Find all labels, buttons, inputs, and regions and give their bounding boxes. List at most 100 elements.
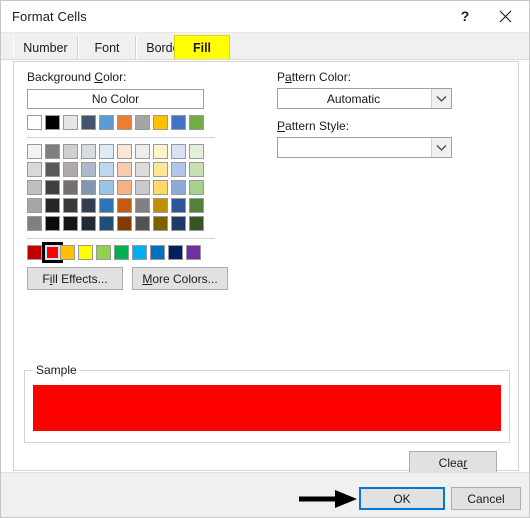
ok-button[interactable]: OK [359, 487, 445, 510]
color-swatch[interactable] [63, 144, 78, 159]
color-swatch[interactable] [189, 180, 204, 195]
color-swatch[interactable] [45, 198, 60, 213]
color-swatch[interactable] [117, 216, 132, 231]
pattern-color-combobox[interactable]: Automatic [277, 88, 452, 109]
format-cells-dialog: Format Cells ? Number Font Border Fill B… [0, 0, 530, 518]
color-swatch[interactable] [99, 162, 114, 177]
color-swatch[interactable] [27, 162, 42, 177]
color-swatch[interactable] [135, 162, 150, 177]
color-swatch[interactable] [171, 162, 186, 177]
color-swatch[interactable] [60, 245, 75, 260]
color-swatch[interactable] [81, 180, 96, 195]
color-swatch[interactable] [96, 245, 111, 260]
fill-tab-panel: Background Color: No Color Fi ll Effects.… [13, 61, 519, 474]
chevron-down-icon[interactable] [431, 138, 451, 157]
color-swatch[interactable] [27, 198, 42, 213]
color-swatch[interactable] [99, 144, 114, 159]
color-swatch[interactable] [27, 115, 42, 130]
color-swatch[interactable] [63, 216, 78, 231]
color-swatch[interactable] [45, 162, 60, 177]
pattern-style-label: Pattern Style: [277, 119, 350, 133]
color-swatch[interactable] [132, 245, 147, 260]
color-swatch[interactable] [117, 144, 132, 159]
palette-divider-bottom [27, 238, 215, 239]
color-swatch[interactable] [153, 198, 168, 213]
color-swatch[interactable] [153, 115, 168, 130]
color-swatch[interactable] [189, 216, 204, 231]
color-swatch[interactable] [45, 115, 60, 130]
pattern-color-value: Automatic [326, 91, 381, 106]
standard-color-row [27, 242, 222, 263]
sample-label: Sample [33, 363, 80, 377]
pattern-style-combobox[interactable] [277, 137, 452, 158]
tab-strip: Number Font Border Fill [1, 33, 529, 60]
color-swatch[interactable] [63, 162, 78, 177]
color-swatch[interactable] [153, 162, 168, 177]
theme-variant-row [27, 162, 217, 179]
color-swatch[interactable] [114, 245, 129, 260]
color-swatch[interactable] [99, 115, 114, 130]
color-swatch[interactable] [99, 198, 114, 213]
color-swatch[interactable] [153, 144, 168, 159]
color-swatch[interactable] [171, 180, 186, 195]
color-swatch[interactable] [78, 245, 93, 260]
color-swatch[interactable] [189, 198, 204, 213]
color-swatch[interactable] [27, 144, 42, 159]
color-swatch[interactable] [81, 115, 96, 130]
color-swatch[interactable] [117, 162, 132, 177]
color-swatch[interactable] [135, 115, 150, 130]
color-swatch[interactable] [153, 216, 168, 231]
color-swatch[interactable] [27, 245, 42, 260]
color-swatch[interactable] [135, 198, 150, 213]
color-swatch[interactable] [171, 115, 186, 130]
close-icon[interactable] [487, 1, 523, 31]
color-swatch[interactable] [117, 198, 132, 213]
color-swatch[interactable] [135, 216, 150, 231]
background-color-label: Background Color: [27, 70, 127, 84]
color-swatch[interactable] [27, 180, 42, 195]
help-icon[interactable]: ? [447, 1, 483, 31]
tab-number[interactable]: Number [13, 36, 78, 59]
color-swatch[interactable] [45, 216, 60, 231]
color-swatch[interactable] [189, 115, 204, 130]
no-color-button[interactable]: No Color [27, 89, 204, 109]
color-swatch[interactable] [81, 162, 96, 177]
color-swatch[interactable] [63, 180, 78, 195]
color-swatch[interactable] [63, 198, 78, 213]
color-swatch[interactable] [153, 180, 168, 195]
sample-group-box: Sample [24, 363, 510, 443]
color-swatch[interactable] [168, 245, 183, 260]
color-swatch[interactable] [81, 216, 96, 231]
theme-variant-row [27, 198, 217, 215]
color-swatch[interactable] [171, 198, 186, 213]
color-swatch[interactable] [186, 245, 201, 260]
fill-effects-button[interactable]: Fi ll Effects... [27, 267, 123, 290]
sample-preview [33, 385, 501, 431]
dialog-footer [1, 472, 529, 517]
color-swatch[interactable] [189, 144, 204, 159]
color-swatch[interactable] [99, 216, 114, 231]
more-colors-button[interactable]: More Colors... [132, 267, 228, 290]
color-swatch[interactable] [27, 216, 42, 231]
color-swatch[interactable] [135, 180, 150, 195]
color-swatch[interactable] [117, 180, 132, 195]
color-swatch[interactable] [45, 180, 60, 195]
color-swatch[interactable] [135, 144, 150, 159]
tab-fill[interactable]: Fill [174, 35, 230, 59]
color-swatch[interactable] [171, 144, 186, 159]
color-swatch[interactable] [63, 115, 78, 130]
cancel-button[interactable]: Cancel [451, 487, 521, 510]
color-swatch[interactable] [150, 245, 165, 260]
page-title: Format Cells [12, 9, 87, 24]
chevron-down-icon[interactable] [431, 89, 451, 108]
theme-variant-row [27, 216, 217, 233]
color-swatch[interactable] [117, 115, 132, 130]
color-swatch[interactable] [189, 162, 204, 177]
color-swatch[interactable] [99, 180, 114, 195]
clear-button[interactable]: Clea r [409, 451, 497, 474]
tab-font[interactable]: Font [78, 36, 136, 59]
color-swatch[interactable] [81, 144, 96, 159]
color-swatch[interactable] [171, 216, 186, 231]
color-swatch[interactable] [45, 144, 60, 159]
color-swatch[interactable] [81, 198, 96, 213]
